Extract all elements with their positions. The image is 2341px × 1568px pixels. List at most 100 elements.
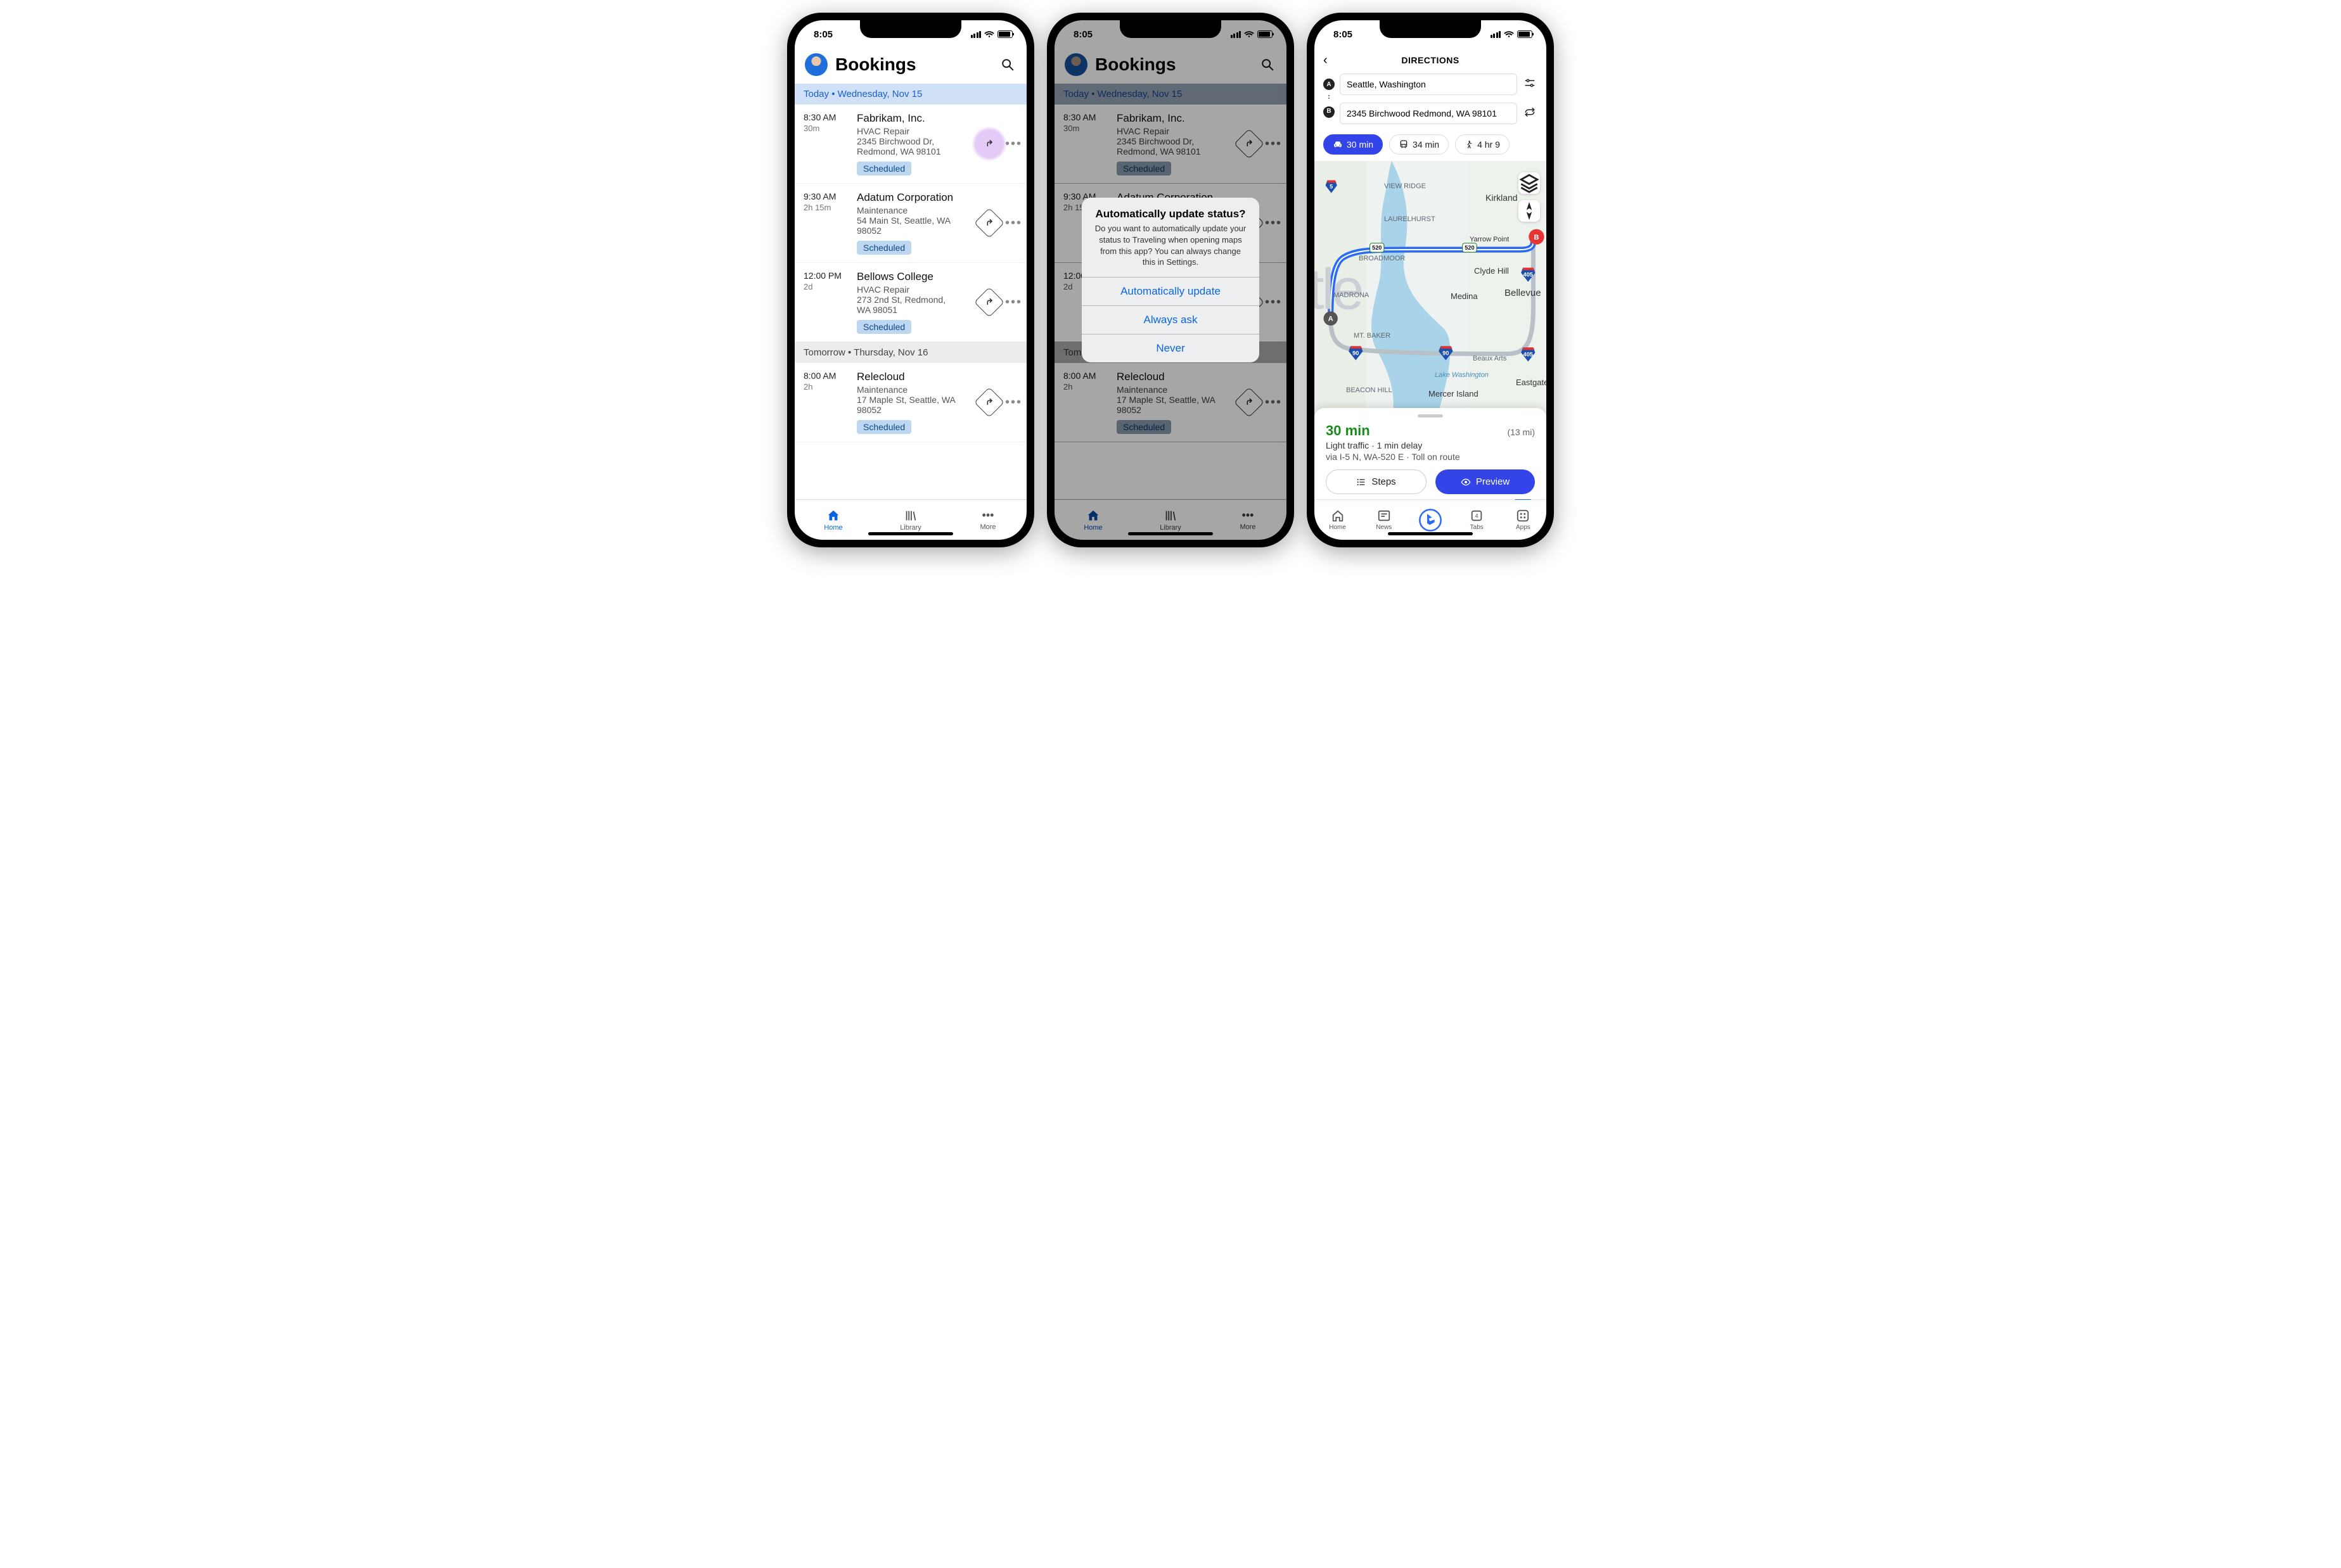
tab-home[interactable]: Home: [795, 500, 872, 540]
home-icon: [826, 509, 840, 523]
turn-icon: [984, 139, 994, 149]
svg-text:B: B: [1534, 234, 1539, 241]
status-time: 8:05: [814, 29, 833, 40]
steps-button[interactable]: Steps: [1326, 469, 1427, 494]
battery-icon: [997, 30, 1013, 38]
bookings-header: Bookings: [795, 48, 1027, 84]
directions-button[interactable]: [974, 208, 1004, 238]
status-badge: Scheduled: [857, 420, 911, 434]
turn-icon: [984, 297, 994, 307]
back-icon[interactable]: ‹: [1323, 53, 1328, 68]
svg-text:90: 90: [1352, 350, 1359, 357]
tab-more[interactable]: ••• More: [949, 500, 1027, 540]
bing-icon: [1418, 507, 1443, 533]
nav-apps[interactable]: Apps: [1500, 500, 1546, 540]
dest-field[interactable]: 2345 Birchwood Redmond, WA 98101: [1340, 103, 1517, 124]
svg-text:5: 5: [1330, 184, 1333, 190]
turn-icon: [984, 218, 994, 228]
phone-bookings: 8:05 Bookings Today • Wednesday, Nov 15 …: [787, 13, 1034, 547]
booking-row[interactable]: 8:00 AM2h Relecloud Maintenance 17 Maple…: [795, 363, 1027, 442]
traffic-text: Light traffic · 1 min delay: [1326, 440, 1535, 450]
library-icon: [904, 509, 918, 523]
home-icon: [1331, 509, 1345, 523]
home-indicator[interactable]: [1388, 532, 1473, 535]
directions-header: ‹ DIRECTIONS A Seattle, Washington 2345 …: [1314, 48, 1546, 129]
directions-button[interactable]: [974, 287, 1004, 317]
alert-option-auto[interactable]: Automatically update: [1082, 277, 1259, 305]
svg-text:405: 405: [1523, 352, 1533, 358]
settings-icon[interactable]: [1522, 77, 1537, 92]
notch: [1120, 20, 1221, 38]
list-icon: [1356, 477, 1366, 487]
alert-body: Do you want to automatically update your…: [1082, 223, 1259, 276]
svg-text:90: 90: [1442, 350, 1449, 357]
mode-transit[interactable]: 34 min: [1389, 134, 1449, 155]
battery-icon: [1517, 30, 1532, 38]
bus-icon: [1399, 139, 1409, 150]
compass-icon[interactable]: [1518, 200, 1540, 222]
map-view[interactable]: A B 5 520 520 405 90 90 405 tle VIEW RID…: [1314, 161, 1546, 418]
page-title: Bookings: [835, 54, 991, 75]
svg-text:tle: tle: [1314, 257, 1362, 321]
nav-home[interactable]: Home: [1314, 500, 1361, 540]
more-icon: •••: [982, 509, 994, 522]
dest-marker-icon: [1323, 106, 1335, 120]
notch: [1380, 20, 1481, 38]
section-tomorrow: Tomorrow • Thursday, Nov 16: [795, 342, 1027, 363]
booking-row[interactable]: 12:00 PM2d Bellows College HVAC Repair 2…: [795, 263, 1027, 342]
wifi-icon: [984, 30, 994, 38]
svg-text:405: 405: [1523, 272, 1533, 278]
booking-row[interactable]: 8:30 AM30m Fabrikam, Inc. HVAC Repair 23…: [795, 105, 1027, 184]
sheet-grabber[interactable]: [1418, 414, 1443, 417]
alert-title: Automatically update status?: [1082, 198, 1259, 223]
eta-text: 30 min: [1326, 423, 1370, 439]
news-icon: [1377, 509, 1391, 523]
eye-icon: [1461, 477, 1471, 487]
status-badge: Scheduled: [857, 241, 911, 255]
search-icon[interactable]: [999, 56, 1017, 73]
directions-button[interactable]: [974, 129, 1004, 159]
directions-button[interactable]: [974, 387, 1004, 417]
apps-icon: [1516, 509, 1530, 523]
preview-button[interactable]: Preview: [1435, 469, 1535, 494]
origin-marker-icon: A: [1323, 79, 1335, 90]
home-indicator[interactable]: [1128, 532, 1213, 535]
booking-list[interactable]: 8:30 AM30m Fabrikam, Inc. HVAC Repair 23…: [795, 105, 1027, 499]
signal-icon: [1491, 31, 1501, 38]
alert-option-ask[interactable]: Always ask: [1082, 305, 1259, 334]
status-time: 8:05: [1333, 29, 1352, 40]
svg-text:4: 4: [1475, 513, 1478, 519]
overflow-icon[interactable]: •••: [1005, 295, 1020, 310]
origin-field[interactable]: Seattle, Washington: [1340, 73, 1517, 95]
wifi-icon: [1504, 30, 1514, 38]
status-badge: Scheduled: [857, 320, 911, 334]
walk-icon: [1465, 139, 1473, 150]
home-indicator[interactable]: [868, 532, 953, 535]
status-badge: Scheduled: [857, 162, 911, 175]
signal-icon: [971, 31, 982, 38]
notch: [860, 20, 961, 38]
overflow-icon[interactable]: •••: [1005, 137, 1020, 151]
phone-bookings-alert: 8:05 Bookings Today • Wednesday, Nov 15 …: [1047, 13, 1294, 547]
svg-text:520: 520: [1465, 245, 1474, 251]
modal-scrim[interactable]: Automatically update status? Do you want…: [1055, 20, 1286, 540]
alert-option-never[interactable]: Never: [1082, 334, 1259, 362]
svg-text:520: 520: [1372, 245, 1382, 251]
overflow-icon[interactable]: •••: [1005, 216, 1020, 231]
swap-icon[interactable]: [1522, 106, 1537, 121]
layers-icon[interactable]: [1518, 172, 1540, 194]
mode-car[interactable]: 30 min: [1323, 134, 1383, 155]
tabs-icon: 4: [1470, 509, 1484, 523]
car-icon: [1333, 139, 1343, 150]
booking-row[interactable]: 9:30 AM2h 15m Adatum Corporation Mainten…: [795, 184, 1027, 263]
avatar[interactable]: [805, 53, 828, 76]
alert-dialog: Automatically update status? Do you want…: [1082, 198, 1259, 362]
phone-directions: 8:05 ‹ DIRECTIONS A Seattle, Washington …: [1307, 13, 1554, 547]
distance-text: (13 mi): [1507, 427, 1535, 437]
via-text: via I-5 N, WA-520 E · Toll on route: [1326, 452, 1535, 462]
route-sheet[interactable]: 30 min (13 mi) Light traffic · 1 min del…: [1314, 408, 1546, 499]
travel-mode-row: 30 min 34 min 4 hr 9: [1314, 129, 1546, 161]
overflow-icon[interactable]: •••: [1005, 395, 1020, 410]
mode-walk[interactable]: 4 hr 9: [1455, 134, 1510, 155]
directions-title: DIRECTIONS: [1401, 55, 1459, 65]
